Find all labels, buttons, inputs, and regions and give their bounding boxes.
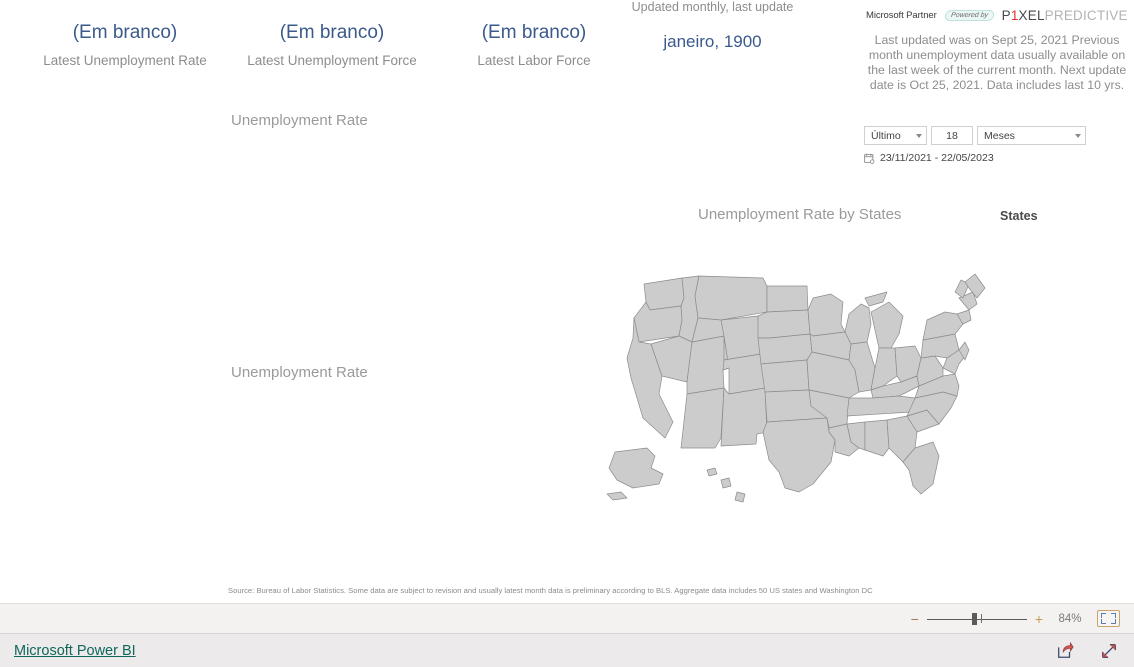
state-arizona[interactable] (680, 387, 725, 449)
zoom-percent-label: 84% (1058, 612, 1082, 625)
state-new-mexico[interactable] (720, 387, 768, 447)
state-texas[interactable] (762, 417, 836, 493)
slicer-unit-dropdown[interactable]: Meses (977, 126, 1086, 145)
kpi-label: Latest Labor Force (477, 53, 591, 68)
report-footer: Microsoft Power BI (0, 634, 1134, 667)
powered-by-badge: Powered by (943, 10, 995, 21)
slicer-unit-value: Meses (984, 129, 1015, 142)
slicer-count-input[interactable]: 18 (931, 126, 973, 145)
kpi-label: Latest Unemployment Rate (43, 53, 207, 68)
kpi-value: (Em branco) (279, 22, 385, 43)
chevron-down-icon (1075, 133, 1081, 138)
slicer-range-text: 23/11/2021 - 22/05/2023 (880, 152, 994, 164)
footer-icon-group (1056, 641, 1118, 660)
source-footnote: Source: Bureau of Labor Statistics. Some… (228, 586, 873, 595)
logo-text-xel: XEL (1018, 8, 1045, 23)
state-south-dakota[interactable] (757, 309, 811, 339)
state-north-dakota[interactable] (766, 285, 809, 313)
zoom-slider-group[interactable]: − + (911, 612, 1043, 626)
chevron-down-icon (916, 133, 922, 138)
last-update-month-card[interactable]: Updated monthly, last update janeiro, 19… (600, 0, 825, 54)
chart-title-unemployment-rate-top: Unemployment Rate (231, 112, 368, 129)
us-map-svg[interactable] (603, 272, 995, 522)
fit-to-page-icon[interactable] (1097, 610, 1120, 627)
logo-text-p: P (1001, 8, 1011, 23)
update-note-text: Last updated was on Sept 25, 2021 Previo… (867, 33, 1127, 92)
microsoft-power-bi-link[interactable]: Microsoft Power BI (14, 643, 136, 659)
last-update-caption: Updated monthly, last update (631, 0, 794, 14)
fullscreen-icon[interactable] (1100, 642, 1118, 660)
state-kansas[interactable] (760, 359, 810, 393)
state-montana[interactable] (694, 275, 768, 321)
branding-row: Microsoft Partner Powered by P1XELPREDIC… (866, 8, 1128, 23)
slicer-date-range: 23/11/2021 - 22/05/2023 (864, 152, 994, 164)
map-states-group (606, 273, 986, 503)
microsoft-partner-label: Microsoft Partner (866, 10, 937, 21)
kpi-card-latest-unemployment-force[interactable]: (Em branco) Latest Unemployment Force (222, 20, 442, 71)
share-icon[interactable] (1056, 641, 1074, 660)
report-toolbar: − + 84% (0, 603, 1134, 634)
kpi-value: (Em branco) (72, 22, 178, 43)
state-minnesota[interactable] (807, 293, 846, 337)
state-alabama[interactable] (864, 419, 890, 457)
zoom-slider[interactable] (926, 612, 1027, 625)
us-states-map[interactable] (603, 272, 995, 522)
slicer-count-value: 18 (946, 129, 958, 142)
report-canvas: (Em branco) Latest Unemployment Rate (Em… (0, 0, 1134, 603)
kpi-label: Latest Unemployment Force (247, 53, 417, 68)
kpi-card-latest-unemployment-rate[interactable]: (Em branco) Latest Unemployment Rate (15, 20, 235, 71)
zoom-in-button[interactable]: + (1035, 612, 1043, 626)
zoom-slider-notch (980, 613, 982, 623)
map-legend-title: States (1000, 209, 1038, 223)
state-nebraska[interactable] (757, 333, 813, 365)
map-title: Unemployment Rate by States (698, 206, 902, 223)
relative-date-slicer[interactable]: Último 18 Meses (864, 126, 1095, 145)
slicer-anchor-value: Último (871, 129, 901, 142)
pixelpredictive-logo: P1XELPREDICTIVE (1002, 8, 1128, 23)
logo-text-predictive: PREDICTIVE (1044, 8, 1128, 23)
zoom-slider-handle[interactable] (971, 612, 977, 625)
state-washington[interactable] (643, 277, 685, 311)
calendar-icon (864, 153, 875, 164)
state-utah[interactable] (686, 335, 730, 395)
state-tennessee[interactable] (846, 395, 916, 417)
state-hawaii[interactable] (706, 467, 746, 503)
chart-title-unemployment-rate-bottom: Unemployment Rate (231, 364, 368, 381)
last-update-month-value: janeiro, 1900 (663, 32, 762, 51)
logo-text-one: 1 (1010, 8, 1019, 23)
state-colorado[interactable] (722, 353, 766, 395)
zoom-out-button[interactable]: − (911, 612, 919, 626)
state-wisconsin[interactable] (844, 303, 872, 345)
state-new-york[interactable] (922, 311, 964, 341)
zoom-slider-rail (926, 618, 1027, 620)
state-alaska[interactable] (606, 447, 664, 501)
slicer-anchor-dropdown[interactable]: Último (864, 126, 927, 145)
